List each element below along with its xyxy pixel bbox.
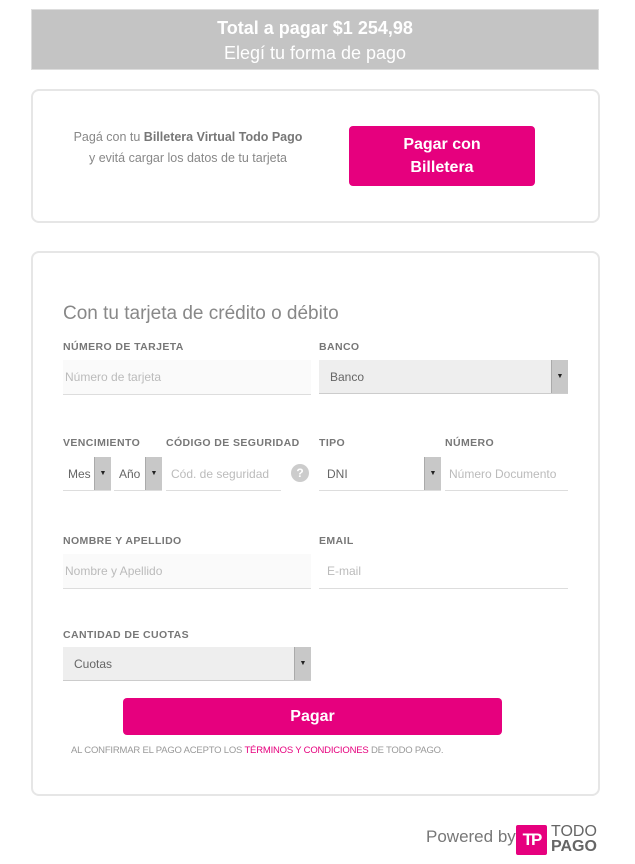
wallet-text: Pagá con tu Billetera Virtual Todo Pago … [60,127,316,169]
chevron-down-icon: ▼ [551,360,568,393]
email-input[interactable]: E-mail [319,554,568,589]
doc-type-label: TIPO [319,437,346,449]
installments-value: Cuotas [74,656,113,671]
terms-text: AL CONFIRMAR EL PAGO ACEPTO LOS TÉRMINOS… [71,745,444,756]
logo-text-todo: TODO [551,823,597,840]
month-select[interactable]: Mes ▼ [63,457,111,491]
wallet-text-pre: Pagá con tu [73,130,144,144]
wallet-brand: Billetera Virtual Todo Pago [143,130,303,144]
installments-select[interactable]: Cuotas ▼ [63,647,311,681]
bank-select[interactable]: Banco ▼ [319,360,568,394]
form-title: Con tu tarjeta de crédito o débito [63,303,339,324]
expiry-label: VENCIMIENTO [63,437,141,449]
cvv-input[interactable]: Cód. de seguridad [166,457,281,491]
logo-text-pago: PAGO [551,838,597,855]
email-label: EMAIL [319,535,354,547]
total-header: Total a pagar $1 254,98 Elegí tu forma d… [31,9,599,70]
doc-type-select[interactable]: DNI ▼ [319,457,441,491]
chevron-down-icon: ▼ [145,457,162,490]
doc-number-label: NÚMERO [445,437,495,449]
wallet-text-line2: y evitá cargar los datos de tu tarjeta [88,151,288,165]
name-label: NOMBRE Y APELLIDO [63,535,182,547]
terms-pre: AL CONFIRMAR EL PAGO ACEPTO LOS [71,745,245,756]
year-value: Año [119,466,141,481]
terms-link[interactable]: TÉRMINOS Y CONDICIONES [244,745,368,756]
month-value: Mes [68,466,91,481]
bank-label: BANCO [319,341,360,353]
installments-label: CANTIDAD DE CUOTAS [63,629,190,641]
cvv-label: CÓDIGO DE SEGURIDAD [166,437,300,449]
card-number-input[interactable]: Número de tarjeta [63,360,311,395]
powered-by: Powered by [426,827,516,846]
todopago-logo-text: TODO PAGO [551,823,597,855]
chevron-down-icon: ▼ [424,457,441,490]
chevron-down-icon: ▼ [94,457,111,490]
help-icon[interactable]: ? [291,464,309,482]
name-input[interactable]: Nombre y Apellido [63,554,311,589]
pay-with-wallet-button[interactable]: Pagar con Billetera [349,126,535,186]
terms-post: DE TODO PAGO. [368,745,444,756]
payment-subtitle: Elegí tu forma de pago [223,43,407,63]
doc-number-input[interactable]: Número Documento [445,457,568,491]
doc-type-value: DNI [327,466,348,481]
card-number-label: NÚMERO DE TARJETA [63,341,184,353]
todopago-logo-mark: TP [516,825,547,855]
bank-value: Banco [330,369,365,384]
year-select[interactable]: Año ▼ [114,457,162,491]
chevron-down-icon: ▼ [294,647,311,680]
total-amount: Total a pagar $1 254,98 [217,18,413,38]
pay-button[interactable]: Pagar [123,698,502,735]
